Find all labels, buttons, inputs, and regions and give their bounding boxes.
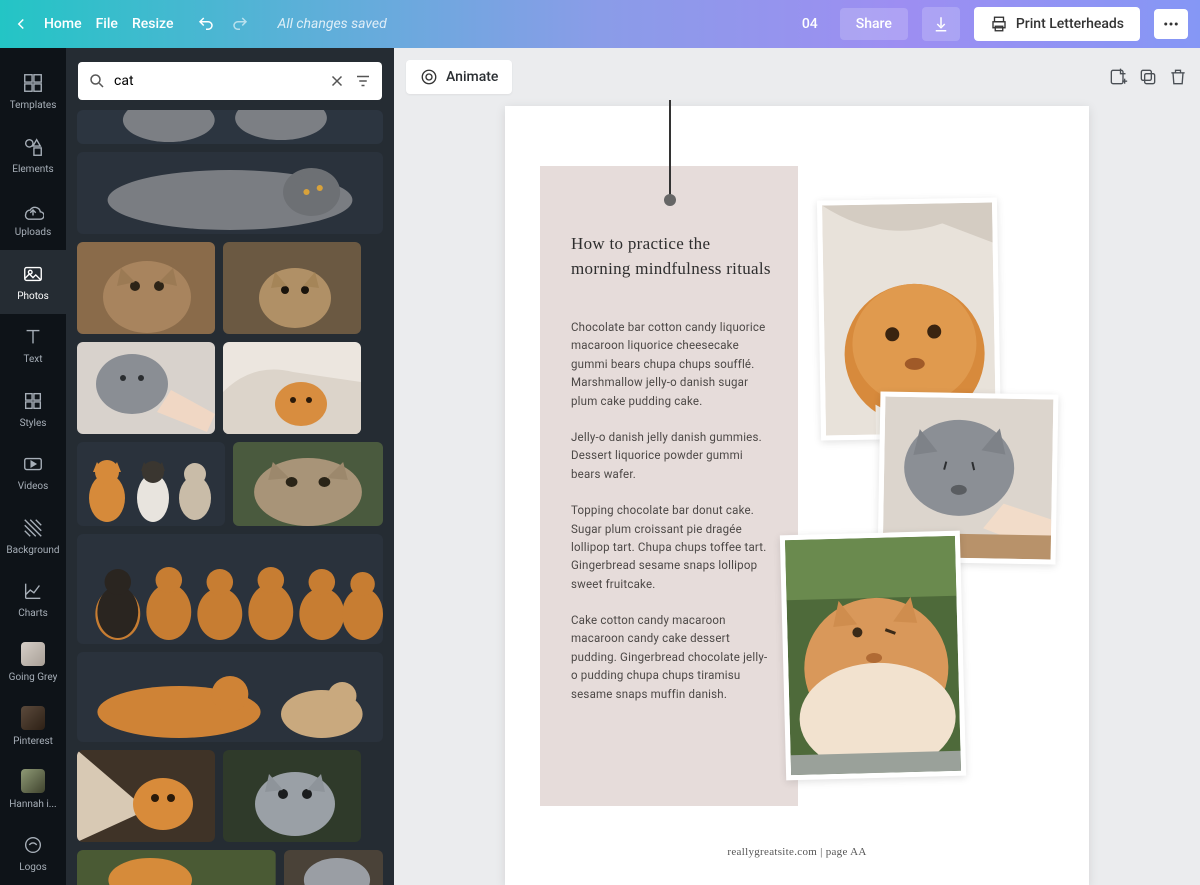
rail-background[interactable]: Background <box>0 504 66 567</box>
animate-icon <box>420 68 438 86</box>
rail-charts[interactable]: Charts <box>0 568 66 631</box>
rail-folder-pinterest[interactable]: Pinterest <box>0 695 66 758</box>
divider-line[interactable] <box>669 100 671 196</box>
body-paragraph: Jelly-o danish jelly danish gummies. Des… <box>571 428 771 483</box>
photo-thumb[interactable] <box>77 850 276 885</box>
nav-home[interactable]: Home <box>44 16 82 32</box>
rail-videos[interactable]: Videos <box>0 441 66 504</box>
templates-icon <box>22 72 44 94</box>
text-icon <box>22 326 44 348</box>
print-button[interactable]: Print Letterheads <box>974 7 1140 41</box>
body-paragraph: Topping chocolate bar donut cake. Sugar … <box>571 501 771 593</box>
animate-button[interactable]: Animate <box>406 60 512 94</box>
styles-icon <box>22 390 44 412</box>
page-counter[interactable]: 04 <box>802 16 818 32</box>
photos-icon <box>22 263 44 285</box>
canvas-toolbar: Animate <box>406 60 1188 94</box>
document-page[interactable]: How to practice the morning mindfulness … <box>505 106 1089 885</box>
save-status: All changes saved <box>277 16 386 32</box>
photo-thumb[interactable] <box>223 242 361 334</box>
divider-dot[interactable] <box>664 194 676 206</box>
folder-thumb-icon <box>21 769 45 793</box>
rail-folder-logos[interactable]: Logos <box>0 822 66 885</box>
animate-label: Animate <box>446 69 498 85</box>
videos-icon <box>22 453 44 475</box>
photo-thumb[interactable] <box>223 750 361 842</box>
charts-icon <box>22 580 44 602</box>
top-header: Home File Resize All changes saved 04 Sh… <box>0 0 1200 48</box>
more-menu-button[interactable] <box>1154 9 1188 39</box>
rail-text[interactable]: Text <box>0 314 66 377</box>
undo-icon[interactable] <box>197 15 215 33</box>
photo-thumb[interactable] <box>77 442 225 526</box>
search-icon <box>88 72 106 90</box>
nav-resize[interactable]: Resize <box>132 16 174 32</box>
photos-panel <box>66 48 394 885</box>
photo-thumb[interactable] <box>77 534 383 644</box>
rail-folder-hannah[interactable]: Hannah i... <box>0 758 66 821</box>
page-title[interactable]: How to practice the morning mindfulness … <box>571 232 771 281</box>
side-rail: Templates Elements Uploads Photos Text S… <box>0 48 66 885</box>
photo-thumb[interactable] <box>77 652 383 742</box>
redo-icon[interactable] <box>231 15 249 33</box>
photo-thumb[interactable] <box>77 242 215 334</box>
add-page-icon[interactable] <box>1108 67 1128 87</box>
folder-thumb-icon <box>21 642 45 666</box>
rail-uploads[interactable]: Uploads <box>0 187 66 250</box>
duplicate-page-icon[interactable] <box>1138 67 1158 87</box>
body-paragraph: Chocolate bar cotton candy liquorice mac… <box>571 318 771 410</box>
rail-templates[interactable]: Templates <box>0 60 66 123</box>
download-button[interactable] <box>922 7 960 41</box>
rail-photos[interactable]: Photos <box>0 250 66 313</box>
print-icon <box>990 15 1008 33</box>
photo-thumb[interactable] <box>77 110 383 144</box>
page-footer[interactable]: reallygreatsite.com | page AA <box>505 846 1089 858</box>
elements-icon <box>22 136 44 158</box>
download-icon <box>932 15 950 33</box>
background-icon <box>22 517 44 539</box>
photo-thumb[interactable] <box>233 442 383 526</box>
filter-icon[interactable] <box>354 72 372 90</box>
logos-icon <box>22 834 44 856</box>
nav-file[interactable]: File <box>96 16 118 32</box>
folder-thumb-icon <box>21 706 45 730</box>
photo-thumb[interactable] <box>77 750 215 842</box>
photo-thumb[interactable] <box>223 342 361 434</box>
search-input[interactable] <box>114 73 320 89</box>
rail-folder-going-grey[interactable]: Going Grey <box>0 631 66 694</box>
clear-search-icon[interactable] <box>328 72 346 90</box>
rail-elements[interactable]: Elements <box>0 123 66 186</box>
search-box <box>78 62 382 100</box>
photo-thumb[interactable] <box>77 152 383 234</box>
page-body[interactable]: Chocolate bar cotton candy liquorice mac… <box>571 318 771 721</box>
delete-page-icon[interactable] <box>1168 67 1188 87</box>
share-button[interactable]: Share <box>840 8 908 40</box>
page-photo[interactable] <box>780 531 966 781</box>
back-icon[interactable] <box>12 15 30 33</box>
uploads-icon <box>22 199 44 221</box>
canvas-area[interactable]: Animate How to practice the morning mind… <box>394 48 1200 885</box>
body-paragraph: Cake cotton candy macaroon macaroon cand… <box>571 611 771 703</box>
photo-results-grid <box>77 110 383 885</box>
photo-thumb[interactable] <box>77 342 215 434</box>
rail-styles[interactable]: Styles <box>0 377 66 440</box>
more-icon <box>1162 15 1180 33</box>
print-label: Print Letterheads <box>1016 16 1124 32</box>
photo-thumb[interactable] <box>284 850 383 885</box>
